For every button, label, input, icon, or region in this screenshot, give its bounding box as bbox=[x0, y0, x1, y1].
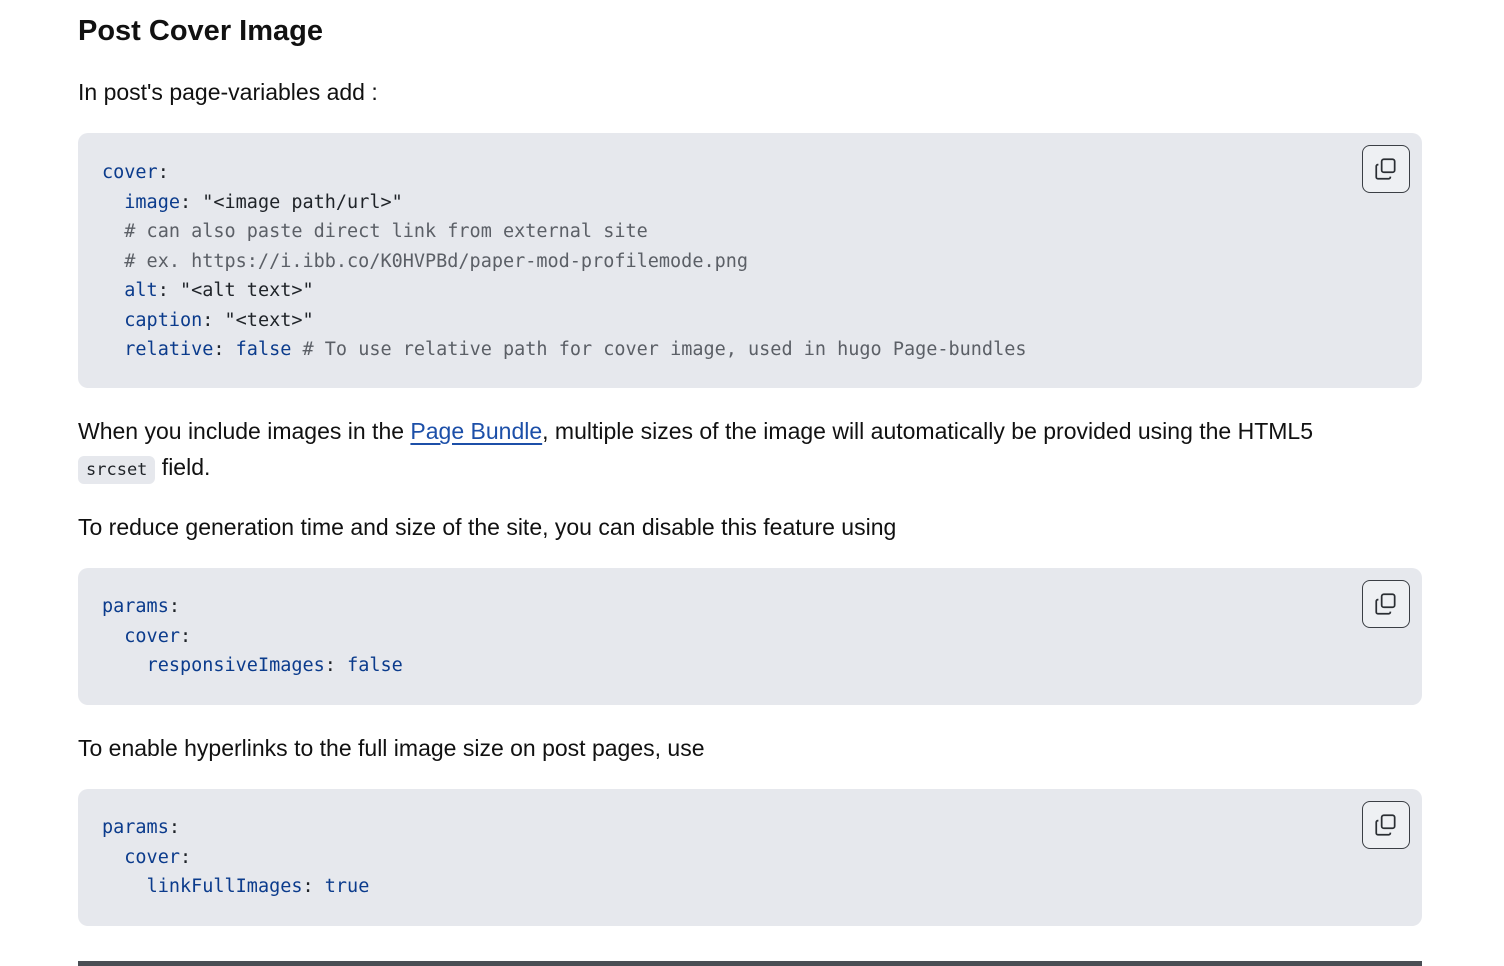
code-token: cover bbox=[124, 625, 180, 647]
code-token: : bbox=[179, 625, 192, 647]
code-token: params bbox=[102, 817, 169, 838]
paragraph-text: , multiple sizes of the image will autom… bbox=[542, 418, 1314, 444]
code-content[interactable]: params: cover: responsiveImages: false bbox=[102, 592, 403, 681]
code-token: params bbox=[102, 596, 169, 617]
code-token: image bbox=[124, 191, 180, 213]
code-token: : "<text>" bbox=[202, 309, 314, 331]
copy-icon bbox=[1375, 593, 1396, 615]
code-token: : bbox=[168, 596, 180, 617]
code-token: : bbox=[324, 655, 348, 676]
paragraph-disable-feature: To reduce generation time and size of th… bbox=[78, 514, 897, 540]
code-token: : bbox=[302, 876, 325, 897]
paragraph-text: field. bbox=[155, 454, 211, 480]
code-token: : "<alt text>" bbox=[157, 280, 314, 301]
section-divider bbox=[78, 961, 1422, 966]
code-token: linkFullImages bbox=[146, 876, 303, 897]
code-token: responsiveImages bbox=[146, 655, 325, 676]
page-bundle-link[interactable]: Page Bundle bbox=[410, 418, 542, 444]
code-token: relative bbox=[124, 339, 214, 360]
code-token: alt bbox=[124, 280, 158, 301]
copy-icon bbox=[1375, 814, 1396, 836]
copy-button[interactable] bbox=[1362, 801, 1410, 849]
code-token: false bbox=[347, 655, 403, 676]
code-token: false bbox=[235, 339, 292, 360]
code-token: : bbox=[157, 162, 169, 183]
code-token: true bbox=[324, 876, 370, 897]
code-token: # can also paste direct link from extern… bbox=[124, 221, 648, 242]
paragraph-hyperlinks: To enable hyperlinks to the full image s… bbox=[78, 735, 705, 761]
code-token: : bbox=[179, 846, 192, 868]
code-token: cover bbox=[124, 846, 180, 868]
paragraph-page-variables: In post's page-variables add : bbox=[78, 79, 378, 105]
code-content[interactable]: params: cover: linkFullImages: true bbox=[102, 813, 369, 902]
section-heading: Post Cover Image bbox=[78, 15, 323, 47]
code-block-responsive-images: params: cover: responsiveImages: false bbox=[78, 568, 1422, 705]
copy-button[interactable] bbox=[1362, 580, 1410, 628]
code-token: caption bbox=[124, 309, 203, 331]
code-token: # ex. https://i.ibb.co/K0HVPBd/paper-mod… bbox=[124, 250, 749, 272]
copy-icon bbox=[1375, 158, 1396, 180]
paragraph-text: When you include images in the bbox=[78, 418, 411, 444]
code-token: cover bbox=[102, 162, 158, 183]
inline-code-srcset: srcset bbox=[78, 456, 156, 484]
code-token: # To use relative path for cover image, … bbox=[302, 339, 1027, 360]
code-content[interactable]: cover: image: "<image path/url>" # can a… bbox=[102, 158, 1026, 365]
code-token: : bbox=[168, 817, 180, 838]
copy-button[interactable] bbox=[1362, 145, 1410, 193]
code-token: : "<image path/url>" bbox=[179, 191, 403, 213]
code-block-cover: cover: image: "<image path/url>" # can a… bbox=[78, 133, 1422, 388]
code-token: : bbox=[213, 339, 236, 360]
code-block-link-full-images: params: cover: linkFullImages: true bbox=[78, 789, 1422, 926]
paragraph-page-bundle: When you include images in the Page Bund… bbox=[78, 413, 1422, 488]
